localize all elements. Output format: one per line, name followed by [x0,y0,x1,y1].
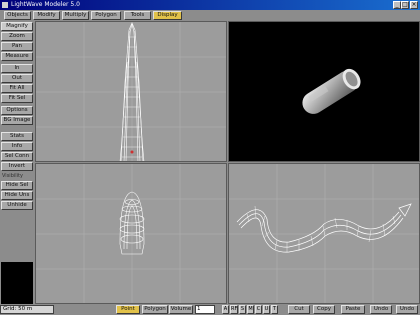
undo-button[interactable]: Undo [370,305,392,314]
sel-conn-button[interactable]: Sel Conn [1,152,33,161]
measure-button[interactable]: Measure [1,52,33,61]
value-field[interactable]: 1 [195,305,215,314]
invert-button[interactable]: Invert [1,162,33,171]
tool-u-icon[interactable]: U [263,305,270,314]
unhide-button[interactable]: Unhide [1,201,33,210]
tool-m-icon[interactable]: M [247,305,254,314]
pan-button[interactable]: Pan [1,42,33,51]
options-button[interactable]: Options [1,106,33,115]
magnify-button[interactable]: Magnify [1,22,33,31]
shaded-object [302,68,361,114]
paste-button[interactable]: Paste [341,305,365,314]
viewport-top-left[interactable] [35,21,227,162]
visibility-section-label: Visibility [2,173,23,179]
zoom-button[interactable]: Zoom [1,32,33,41]
status-bar: Grid: 50 m Point Polygon Volume 1 A RF S… [0,304,420,315]
window-title: LightWave Modeler 5.0 [11,1,80,8]
hide-uns-button[interactable]: Hide Uns [1,191,33,200]
redo-button[interactable]: Undo [396,305,418,314]
app-icon [2,2,8,8]
hide-sel-button[interactable]: Hide Sel [1,181,33,190]
side-view-canvas [229,164,419,303]
zoom-in-button[interactable]: In [1,64,33,73]
tool-rf-icon[interactable]: RF [230,305,238,314]
cut-button[interactable]: Cut [288,305,310,314]
fit-sel-button[interactable]: Fit Sel [1,94,33,103]
bg-image-button[interactable]: BG Image [1,116,33,125]
point-mode-button[interactable]: Point [116,305,140,314]
tab-display[interactable]: Display [153,11,182,20]
top-view-canvas [36,164,226,303]
numeric-panel [1,262,33,304]
stats-button[interactable]: Stats [1,132,33,141]
tab-polygon[interactable]: Polygon [91,11,121,20]
tab-modify[interactable]: Modify [33,11,60,20]
viewport-perspective[interactable] [228,21,420,162]
mode-tab-bar: Objects Modify Multiply Polygon Tools Di… [0,10,420,30]
copy-button[interactable]: Copy [313,305,335,314]
info-button[interactable]: Info [1,142,33,151]
minimize-button[interactable]: _ [393,1,401,9]
snake-mesh [236,203,412,253]
zoom-out-button[interactable]: Out [1,74,33,83]
tab-objects[interactable]: Objects [4,11,31,20]
perspective-canvas [302,68,361,114]
fit-all-button[interactable]: Fit All [1,84,33,93]
front-view-canvas [36,22,226,161]
tool-c-icon[interactable]: C [255,305,262,314]
tab-tools[interactable]: Tools [124,11,151,20]
volume-mode-button[interactable]: Volume [169,305,193,314]
tool-t-icon[interactable]: T [271,305,278,314]
tool-a-icon[interactable]: A [222,305,229,314]
close-button[interactable]: × [410,1,418,9]
grid-size-readout: Grid: 50 m [0,305,54,314]
tab-multiply[interactable]: Multiply [62,11,89,20]
viewport-bottom-left[interactable] [35,163,227,304]
tool-s-icon[interactable]: S [239,305,246,314]
maximize-button[interactable]: □ [401,1,409,9]
polygon-mode-button[interactable]: Polygon [142,305,168,314]
viewport-side[interactable] [228,163,420,304]
title-bar: LightWave Modeler 5.0 _ □ × [0,0,420,10]
